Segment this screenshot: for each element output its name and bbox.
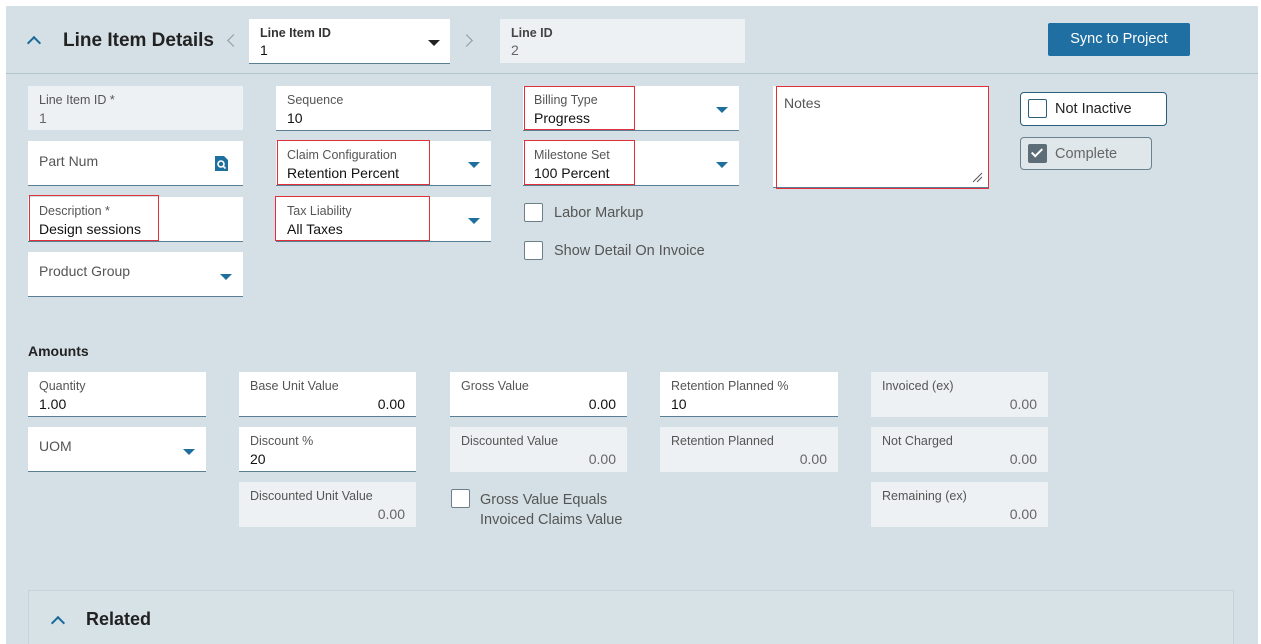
not-inactive-toggle[interactable]: Not Inactive bbox=[1020, 92, 1167, 126]
line-id-value: 2 bbox=[511, 42, 519, 58]
gross-value-field[interactable]: Gross Value 0.00 bbox=[450, 372, 627, 417]
billing-type-dropdown[interactable]: Billing Type Progress bbox=[523, 86, 739, 131]
discounted-unit-value-value: 0.00 bbox=[377, 506, 405, 522]
description-value: Design sessions bbox=[39, 221, 141, 237]
complete-toggle[interactable]: Complete bbox=[1020, 137, 1152, 170]
not-charged-label: Not Charged bbox=[882, 434, 953, 448]
tax-liability-value: All Taxes bbox=[287, 221, 343, 237]
line-item-id-value: 1 bbox=[39, 110, 47, 126]
caret-down-icon bbox=[468, 162, 480, 168]
tax-liability-dropdown[interactable]: Tax Liability All Taxes bbox=[276, 197, 491, 242]
discount-pct-value: 20 bbox=[250, 451, 266, 467]
retention-planned-value: 0.00 bbox=[799, 451, 827, 467]
check-icon bbox=[1030, 145, 1044, 158]
sequence-label: Sequence bbox=[287, 93, 344, 107]
description-field[interactable]: Description * Design sessions bbox=[28, 197, 243, 242]
discount-pct-label: Discount % bbox=[250, 434, 314, 448]
claim-configuration-dropdown[interactable]: Claim Configuration Retention Percent bbox=[276, 141, 491, 186]
product-group-dropdown[interactable]: Product Group bbox=[28, 252, 243, 297]
retention-planned-field: Retention Planned 0.00 bbox=[660, 427, 838, 472]
invoiced-ex-label: Invoiced (ex) bbox=[882, 379, 954, 393]
part-num-field[interactable]: Part Num bbox=[28, 141, 243, 186]
page-title: Line Item Details bbox=[63, 30, 214, 51]
description-label: Description * bbox=[39, 204, 110, 218]
retention-planned-label: Retention Planned bbox=[671, 434, 774, 448]
discount-pct-field[interactable]: Discount % 20 bbox=[239, 427, 416, 472]
line-item-id-selector-label: Line Item ID bbox=[260, 26, 331, 40]
not-inactive-label: Not Inactive bbox=[1055, 101, 1132, 117]
related-section[interactable]: Related bbox=[28, 590, 1234, 644]
uom-placeholder: UOM bbox=[39, 438, 72, 454]
claim-configuration-label: Claim Configuration bbox=[287, 148, 397, 162]
invoiced-ex-field: Invoiced (ex) 0.00 bbox=[871, 372, 1048, 417]
claim-configuration-value: Retention Percent bbox=[287, 165, 400, 181]
line-item-id-label: Line Item ID * bbox=[39, 93, 115, 107]
discounted-value-field: Discounted Value 0.00 bbox=[450, 427, 627, 472]
retention-planned-pct-label: Retention Planned % bbox=[671, 379, 789, 393]
gross-value-equals-invoiced-checkbox[interactable] bbox=[451, 489, 470, 508]
remaining-ex-field: Remaining (ex) 0.00 bbox=[871, 482, 1048, 527]
line-item-id-selector-value: 1 bbox=[260, 42, 268, 58]
milestone-set-value: 100 Percent bbox=[534, 165, 610, 181]
quantity-label: Quantity bbox=[39, 379, 86, 393]
search-icon[interactable] bbox=[214, 155, 229, 172]
line-item-id-selector[interactable]: Line Item ID 1 bbox=[249, 19, 450, 64]
base-unit-value-label: Base Unit Value bbox=[250, 379, 339, 393]
uom-dropdown[interactable]: UOM bbox=[28, 427, 206, 472]
caret-down-icon bbox=[183, 449, 195, 455]
caret-down-icon bbox=[716, 162, 728, 168]
caret-down-icon bbox=[428, 40, 440, 46]
line-id-label: Line ID bbox=[511, 26, 553, 40]
resize-handle-icon[interactable] bbox=[972, 172, 983, 183]
notes-placeholder: Notes bbox=[784, 95, 821, 111]
base-unit-value-field[interactable]: Base Unit Value 0.00 bbox=[239, 372, 416, 417]
sequence-field[interactable]: Sequence 10 bbox=[276, 86, 491, 131]
product-group-placeholder: Product Group bbox=[39, 263, 131, 279]
quantity-value: 1.00 bbox=[39, 396, 67, 412]
discounted-unit-value-label: Discounted Unit Value bbox=[250, 489, 373, 503]
remaining-ex-value: 0.00 bbox=[1009, 506, 1037, 522]
sync-to-project-button[interactable]: Sync to Project bbox=[1048, 23, 1190, 56]
gross-value-value: 0.00 bbox=[588, 396, 616, 412]
gross-value-equals-invoiced-label: Gross Value Equals Invoiced Claims Value bbox=[480, 492, 623, 528]
quantity-field[interactable]: Quantity 1.00 bbox=[28, 372, 206, 417]
part-num-placeholder: Part Num bbox=[39, 153, 99, 169]
notes-textarea[interactable]: Notes bbox=[773, 86, 988, 188]
billing-type-label: Billing Type bbox=[534, 93, 598, 107]
show-detail-on-invoice-checkbox[interactable] bbox=[524, 241, 543, 260]
milestone-set-dropdown[interactable]: Milestone Set 100 Percent bbox=[523, 141, 739, 186]
labor-markup-checkbox[interactable] bbox=[524, 203, 543, 222]
not-inactive-checkbox bbox=[1028, 99, 1047, 118]
sequence-value: 10 bbox=[287, 110, 303, 126]
show-detail-on-invoice-label: Show Detail On Invoice bbox=[554, 243, 705, 259]
tax-liability-label: Tax Liability bbox=[287, 204, 352, 218]
retention-planned-pct-field[interactable]: Retention Planned % 10 bbox=[660, 372, 838, 417]
retention-planned-pct-value: 10 bbox=[671, 396, 687, 412]
discounted-unit-value-field: Discounted Unit Value 0.00 bbox=[239, 482, 416, 527]
related-chevron-up-icon[interactable] bbox=[50, 615, 66, 631]
line-id-field: Line ID 2 bbox=[500, 19, 745, 63]
remaining-ex-label: Remaining (ex) bbox=[882, 489, 967, 503]
caret-down-icon bbox=[716, 107, 728, 113]
header-divider bbox=[6, 73, 1258, 74]
amounts-heading: Amounts bbox=[28, 343, 89, 359]
milestone-set-label: Milestone Set bbox=[534, 148, 610, 162]
discounted-value-value: 0.00 bbox=[588, 451, 616, 467]
base-unit-value-value: 0.00 bbox=[377, 396, 405, 412]
line-item-id-field: Line Item ID * 1 bbox=[28, 86, 243, 130]
complete-label: Complete bbox=[1055, 146, 1118, 162]
billing-type-value: Progress bbox=[534, 110, 591, 126]
caret-down-icon bbox=[468, 218, 480, 224]
not-charged-field: Not Charged 0.00 bbox=[871, 427, 1048, 472]
caret-down-icon bbox=[220, 274, 232, 280]
discounted-value-label: Discounted Value bbox=[461, 434, 559, 448]
not-charged-value: 0.00 bbox=[1009, 451, 1037, 467]
invoiced-ex-value: 0.00 bbox=[1009, 396, 1037, 412]
gross-value-label: Gross Value bbox=[461, 379, 529, 393]
related-title: Related bbox=[86, 609, 152, 629]
complete-checkbox-checked bbox=[1028, 144, 1047, 163]
labor-markup-label: Labor Markup bbox=[554, 205, 644, 221]
